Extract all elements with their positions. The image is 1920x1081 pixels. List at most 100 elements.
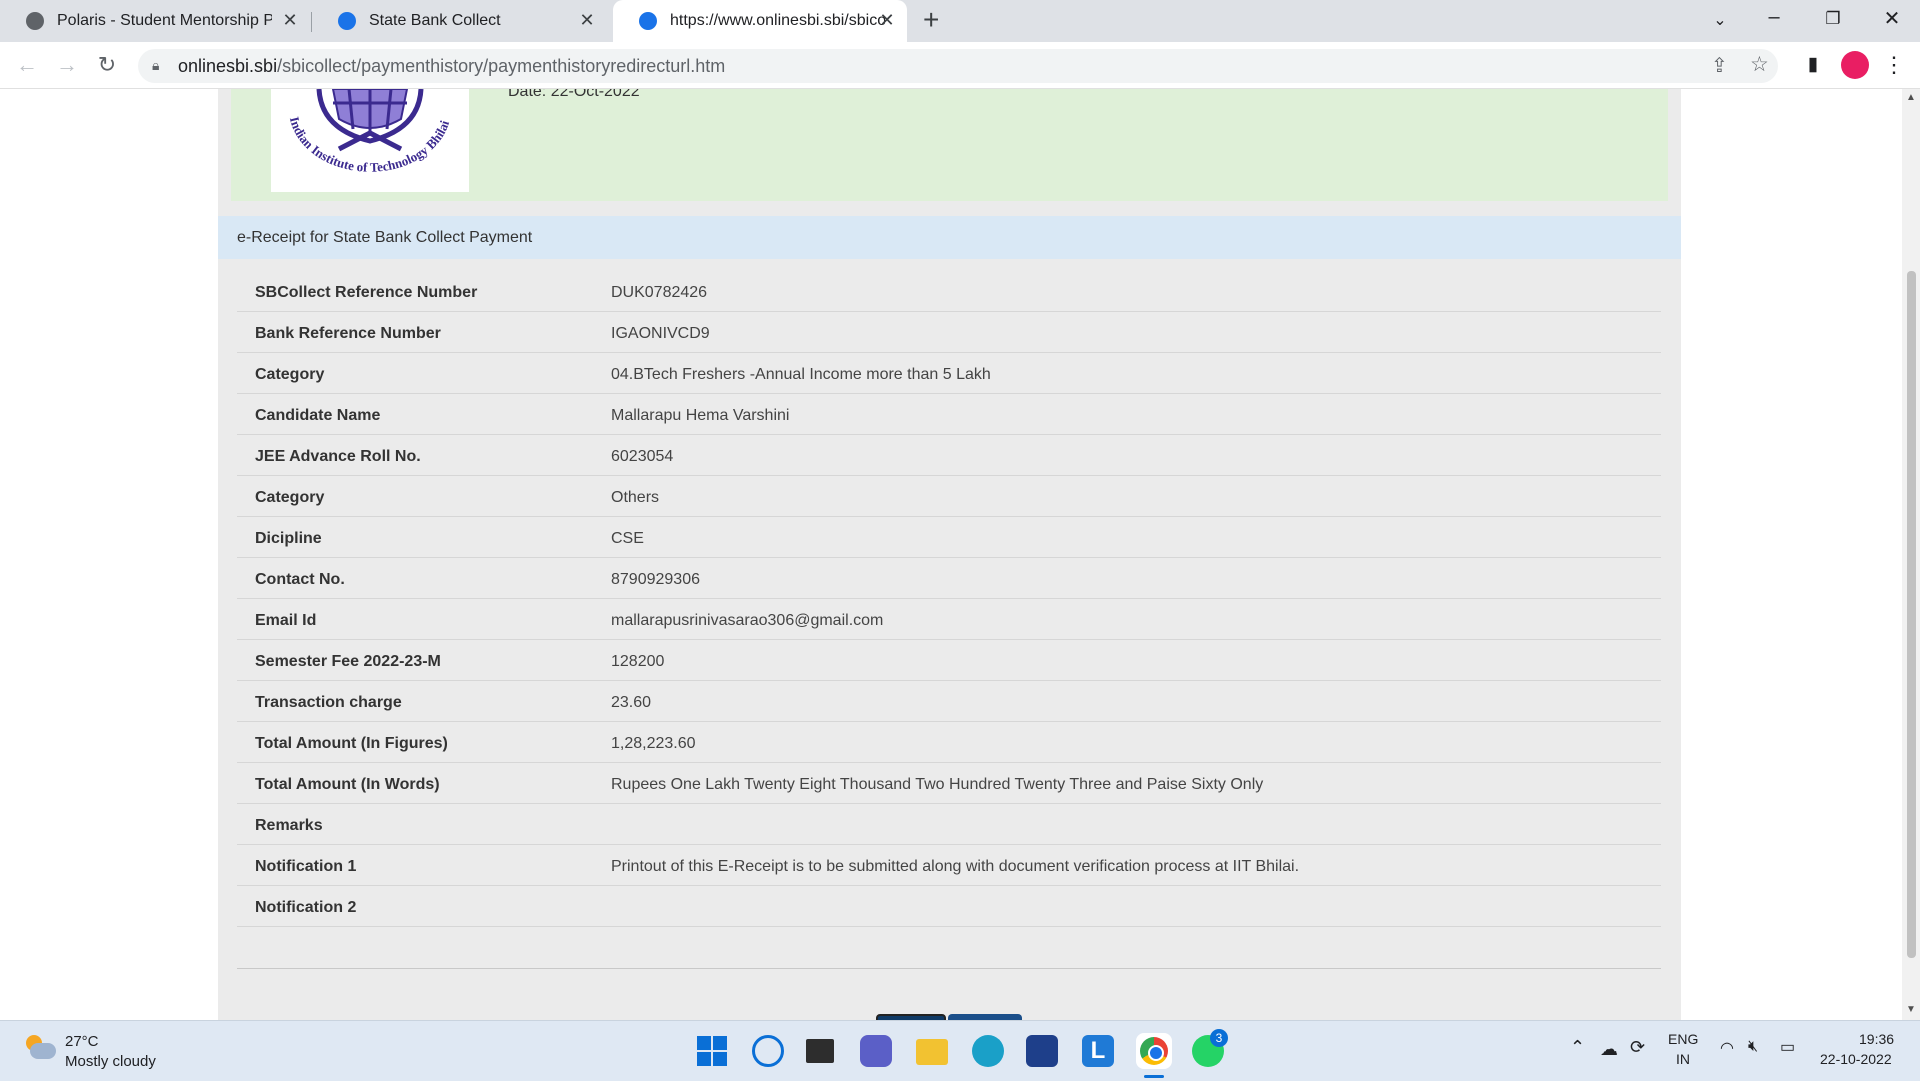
table-row: Transaction charge 23.60 [237, 681, 1661, 722]
row-label: Notification 1 [255, 858, 357, 875]
sync-icon[interactable]: ⟳ [1630, 1037, 1645, 1058]
restore-icon[interactable]: ❐ [1813, 9, 1853, 29]
table-row: Semester Fee 2022-23-M 128200 [237, 640, 1661, 681]
close-icon[interactable]: ✕ [577, 10, 597, 31]
file-explorer-icon[interactable] [916, 1039, 948, 1065]
language-bottom[interactable]: IN [1676, 1051, 1690, 1067]
table-row: Total Amount (In Figures) 1,28,223.60 [237, 722, 1661, 763]
side-panel-icon[interactable]: ▮ [1799, 53, 1827, 76]
menu-icon[interactable]: ⋮ [1880, 52, 1908, 78]
page-scrollbar[interactable]: ▲ ▼ [1902, 89, 1920, 1020]
bookmark-star-icon[interactable]: ☆ [1750, 52, 1769, 77]
row-value: 8790929306 [611, 571, 700, 588]
forward-icon[interactable]: → [53, 52, 81, 78]
wifi-icon[interactable]: ◠ [1720, 1038, 1734, 1058]
tab-active-receipt[interactable]: https://www.onlinesbi.sbi/sbicolle ✕ [613, 0, 907, 42]
notification-badge: 3 [1210, 1029, 1228, 1047]
row-label: Semester Fee 2022-23-M [255, 653, 441, 670]
chrome-taskbar-icon[interactable] [1136, 1033, 1172, 1078]
table-row: Dicipline CSE [237, 517, 1661, 558]
search-icon[interactable] [752, 1035, 784, 1067]
sbi-favicon-icon [338, 12, 356, 30]
receipt-container: Indian Institute of Technology Bhilai Da… [218, 89, 1681, 1020]
row-value: Mallarapu Hema Varshini [611, 407, 790, 424]
divider [237, 968, 1661, 969]
new-tab-button[interactable]: + [923, 4, 939, 36]
row-value: mallarapusrinivasarao306@gmail.com [611, 612, 884, 629]
table-row: Candidate Name Mallarapu Hema Varshini [237, 394, 1661, 435]
clock-time[interactable]: 19:36 [1859, 1031, 1894, 1047]
table-row: Category 04.BTech Freshers -Annual Income… [237, 353, 1661, 394]
table-row: Email Id mallarapusrinivasarao306@gmail.c… [237, 599, 1661, 640]
tab-title: Polaris - Student Mentorship Pro [57, 12, 272, 29]
row-value: CSE [611, 530, 644, 547]
scrollbar-thumb[interactable] [1907, 271, 1916, 958]
teams-chat-icon[interactable] [860, 1035, 892, 1067]
receipt-details-table: SBCollect Reference Number DUK0782426 Ban… [237, 271, 1661, 927]
windows-taskbar: 27°C Mostly cloudy L 3 ⌃ ☁ ⟳ ENG IN ◠ 🔇︎… [0, 1020, 1920, 1081]
whatsapp-icon[interactable]: 3 [1192, 1029, 1228, 1067]
window-close-icon[interactable]: ✕ [1872, 6, 1912, 31]
row-label: Category [255, 489, 325, 506]
table-row: Contact No. 8790929306 [237, 558, 1661, 599]
tab-search-icon[interactable]: ⌄ [1700, 10, 1740, 30]
scroll-up-icon[interactable]: ▲ [1906, 92, 1916, 103]
profile-avatar[interactable] [1841, 51, 1869, 79]
close-icon[interactable]: ✕ [877, 10, 897, 31]
row-label: Total Amount (In Figures) [255, 735, 448, 752]
receipt-heading: e-Receipt for State Bank Collect Payment [218, 216, 1681, 259]
weather-temp[interactable]: 27°C [65, 1033, 99, 1050]
row-label: Category [255, 366, 325, 383]
table-row: Category Others [237, 476, 1661, 517]
address-bar[interactable]: 🔒︎ onlinesbi.sbi/sbicollect/paymenthisto… [138, 49, 1778, 83]
row-label: Total Amount (In Words) [255, 776, 440, 793]
back-icon[interactable]: ← [13, 52, 41, 78]
reload-icon[interactable]: ↻ [93, 52, 121, 78]
language-top[interactable]: ENG [1668, 1031, 1698, 1047]
row-label: JEE Advance Roll No. [255, 448, 421, 465]
weather-desc[interactable]: Mostly cloudy [65, 1053, 156, 1070]
row-value: IGAONIVCD9 [611, 325, 710, 342]
microsoft-store-icon[interactable] [1026, 1035, 1058, 1067]
task-view-icon[interactable] [806, 1039, 834, 1063]
table-row: SBCollect Reference Number DUK0782426 [237, 271, 1661, 312]
sbi-favicon-icon [639, 12, 657, 30]
tab-title: https://www.onlinesbi.sbi/sbicolle [670, 12, 885, 29]
speaker-muted-icon[interactable]: 🔇︎ [1748, 1038, 1758, 1056]
row-label: Contact No. [255, 571, 345, 588]
page-viewport: Indian Institute of Technology Bhilai Da… [0, 89, 1902, 1020]
row-label: Candidate Name [255, 407, 381, 424]
browser-toolbar: ← → ↻ 🔒︎ onlinesbi.sbi/sbicollect/paymen… [0, 42, 1920, 89]
row-label: Remarks [255, 817, 323, 834]
table-row: Notification 2 [237, 886, 1661, 927]
row-value: DUK0782426 [611, 284, 708, 301]
scroll-down-icon[interactable]: ▼ [1906, 1004, 1916, 1015]
url-path: /sbicollect/paymenthistory/paymenthistor… [277, 56, 726, 76]
windows-start-icon[interactable] [696, 1035, 728, 1067]
close-icon[interactable]: ✕ [280, 10, 300, 31]
url-text: onlinesbi.sbi/sbicollect/paymenthistory/… [178, 56, 725, 77]
row-label: Notification 2 [255, 899, 357, 916]
l-app-icon[interactable]: L [1082, 1035, 1114, 1067]
tab-state-bank-collect[interactable]: State Bank Collect ✕ [312, 0, 612, 42]
weather-cloud-icon[interactable] [24, 1035, 58, 1063]
row-value: 04.BTech Freshers -Annual Income more th… [611, 366, 991, 383]
chevron-up-icon[interactable]: ⌃ [1570, 1037, 1585, 1058]
row-value: 6023054 [611, 448, 674, 465]
tab-polaris[interactable]: Polaris - Student Mentorship Pro ✕ [0, 0, 310, 42]
table-row: Remarks [237, 804, 1661, 845]
row-label: Email Id [255, 612, 317, 629]
row-label: Transaction charge [255, 694, 402, 711]
battery-icon[interactable]: ▭ [1780, 1037, 1795, 1057]
tab-title: State Bank Collect [369, 12, 501, 29]
edge-browser-icon[interactable] [972, 1035, 1004, 1067]
browser-tab-bar: Polaris - Student Mentorship Pro ✕ State… [0, 0, 1920, 42]
lock-icon: 🔒︎ [152, 57, 160, 73]
minimize-icon[interactable]: – [1754, 6, 1794, 29]
share-icon[interactable]: ⇪ [1711, 53, 1728, 78]
row-value: 1,28,223.60 [611, 735, 696, 752]
onedrive-cloud-icon[interactable]: ☁ [1600, 1039, 1618, 1060]
receipt-date: Date: 22-Oct-2022 [508, 89, 640, 100]
clock-date[interactable]: 22-10-2022 [1820, 1051, 1892, 1067]
iit-bhilai-logo: Indian Institute of Technology Bhilai [271, 89, 469, 192]
